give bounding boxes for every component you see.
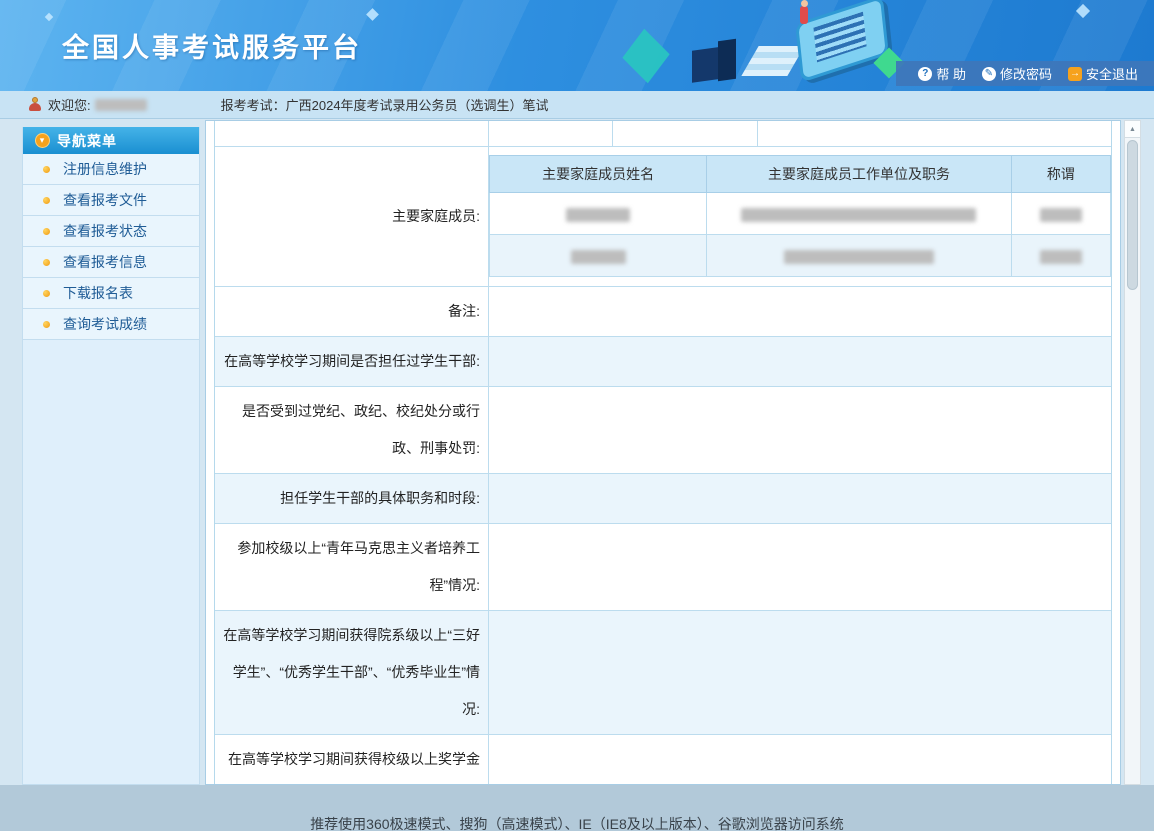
bullet-icon — [43, 197, 50, 204]
sidebar-item-label: 查看报考文件 — [63, 192, 147, 208]
form-row-discipline-punishment: 是否受到过党纪、政纪、校纪处分或行政、刑事处罚: — [215, 387, 1111, 474]
illustration-stairs-icon — [741, 46, 804, 76]
sidebar: ▾ 导航菜单 注册信息维护 查看报考文件 查看报考状态 查看报考信息 下载报名表… — [22, 127, 200, 785]
table-row — [490, 193, 1111, 235]
table-row — [490, 235, 1111, 277]
form-row-family-members: 主要家庭成员: 主要家庭成员姓名 主要家庭成员工作单位及职务 称谓 — [215, 147, 1111, 287]
form-row-marxist-program: 参加校级以上“青年马克思主义者培养工程”情况: — [215, 524, 1111, 611]
logout-icon: → — [1068, 67, 1082, 81]
scrollbar-thumb[interactable] — [1127, 140, 1138, 290]
family-col-workunit: 主要家庭成员工作单位及职务 — [707, 156, 1011, 193]
help-button[interactable]: ? 帮 助 — [918, 64, 966, 83]
site-title: 全国人事考试服务平台 — [62, 26, 362, 65]
row-label: 在高等学校学习期间获得院系级以上“三好学生”、“优秀学生干部”、“优秀毕业生”情… — [223, 617, 480, 728]
row-label: 在高等学校学习期间是否担任过学生干部: — [223, 343, 480, 380]
form-row-scholarship: 在高等学校学习期间获得校级以上奖学金情况: — [215, 735, 1111, 785]
bullet-icon — [43, 166, 50, 173]
row-value — [489, 387, 1111, 473]
sidebar-item-download-form[interactable]: 下载报名表 — [23, 278, 199, 309]
illustration-building-icon — [718, 39, 736, 82]
welcome-bar: 欢迎您: 报考考试：广西2024年度考试录用公务员（选调生）笔试 — [0, 91, 1154, 119]
decor-diamond-icon — [1076, 4, 1090, 18]
sidebar-nav-header: ▾ 导航菜单 — [23, 127, 199, 154]
sidebar-item-exam-results[interactable]: 查询考试成绩 — [23, 309, 199, 340]
row-label: 担任学生干部的具体职务和时段: — [223, 480, 480, 517]
change-password-label: 修改密码 — [1000, 64, 1052, 83]
redacted-name — [571, 250, 626, 264]
banner-illustration — [600, 0, 920, 91]
sidebar-item-label: 注册信息维护 — [63, 161, 147, 177]
family-members-table: 主要家庭成员姓名 主要家庭成员工作单位及职务 称谓 — [489, 155, 1111, 277]
footer: 推荐使用360极速模式、搜狗（高速模式）、IE（IE8及以上版本）、谷歌浏览器访… — [0, 785, 1154, 831]
logout-label: 安全退出 — [1086, 64, 1138, 83]
user-icon — [28, 97, 42, 112]
change-password-button[interactable]: ✎ 修改密码 — [982, 64, 1052, 83]
sidebar-item-label: 下载报名表 — [63, 285, 133, 301]
redacted-username — [95, 99, 147, 111]
row-value — [489, 735, 1111, 785]
form-row-cadre-position-period: 担任学生干部的具体职务和时段: — [215, 474, 1111, 524]
redacted-workunit — [784, 250, 934, 264]
redacted-relation — [1040, 208, 1082, 222]
top-banner: 全国人事考试服务平台 ? 帮 助 ✎ 修改密码 → — [0, 0, 1154, 91]
row-value — [489, 337, 1111, 386]
bullet-icon — [43, 259, 50, 266]
sidebar-item-label: 查看报考信息 — [63, 254, 147, 270]
form-row-honors: 在高等学校学习期间获得院系级以上“三好学生”、“优秀学生干部”、“优秀毕业生”情… — [215, 611, 1111, 735]
scroll-up-arrow-icon[interactable]: ▲ — [1125, 121, 1140, 138]
chevron-down-icon: ▾ — [35, 133, 50, 148]
row-value — [489, 287, 1111, 336]
logout-button[interactable]: → 安全退出 — [1068, 64, 1138, 83]
sidebar-item-label: 查看报考状态 — [63, 223, 147, 239]
row-label: 是否受到过党纪、政纪、校纪处分或行政、刑事处罚: — [223, 393, 480, 467]
sidebar-item-registration-info[interactable]: 注册信息维护 — [23, 154, 199, 185]
vertical-scrollbar[interactable]: ▲ — [1124, 120, 1141, 785]
sidebar-item-label: 查询考试成绩 — [63, 316, 147, 332]
row-value — [489, 474, 1111, 523]
help-label: 帮 助 — [936, 64, 966, 83]
form-row-remarks: 备注: — [215, 287, 1111, 337]
change-password-icon: ✎ — [982, 67, 996, 81]
help-icon: ? — [918, 67, 932, 81]
row-label: 备注: — [223, 293, 480, 330]
registration-form-table: 主要家庭成员: 主要家庭成员姓名 主要家庭成员工作单位及职务 称谓 — [214, 121, 1112, 785]
welcome-label: 欢迎您: — [48, 95, 91, 114]
browser-recommendation-text: 推荐使用360极速模式、搜狗（高速模式）、IE（IE8及以上版本）、谷歌浏览器访… — [0, 785, 1154, 831]
sidebar-item-exam-documents[interactable]: 查看报考文件 — [23, 185, 199, 216]
sidebar-title: 导航菜单 — [57, 131, 117, 151]
family-col-name: 主要家庭成员姓名 — [490, 156, 707, 193]
redacted-relation — [1040, 250, 1082, 264]
row-value — [489, 524, 1111, 610]
row-value — [489, 611, 1111, 734]
illustration-person-icon — [801, 0, 808, 7]
family-table-header-row: 主要家庭成员姓名 主要家庭成员工作单位及职务 称谓 — [490, 156, 1111, 193]
family-col-relation: 称谓 — [1011, 156, 1110, 193]
decor-diamond-icon — [45, 13, 53, 21]
sidebar-item-exam-info[interactable]: 查看报考信息 — [23, 247, 199, 278]
form-row-student-cadre: 在高等学校学习期间是否担任过学生干部: — [215, 337, 1111, 387]
clipped-row — [215, 121, 1111, 147]
sidebar-item-exam-status[interactable]: 查看报考状态 — [23, 216, 199, 247]
page: 全国人事考试服务平台 ? 帮 助 ✎ 修改密码 → — [0, 0, 1154, 831]
main-content: 主要家庭成员: 主要家庭成员姓名 主要家庭成员工作单位及职务 称谓 — [205, 120, 1121, 785]
illustration-person-icon — [800, 6, 808, 24]
bullet-icon — [43, 228, 50, 235]
row-label: 参加校级以上“青年马克思主义者培养工程”情况: — [223, 530, 480, 604]
exam-label: 报考考试：广西2024年度考试录用公务员（选调生）笔试 — [221, 95, 549, 114]
illustration-diamond-icon — [622, 29, 669, 83]
header-action-strip: ? 帮 助 ✎ 修改密码 → 安全退出 — [896, 61, 1154, 86]
row-label: 主要家庭成员: — [223, 198, 480, 235]
row-label: 在高等学校学习期间获得校级以上奖学金情况: — [223, 741, 480, 785]
decor-diamond-icon — [366, 8, 379, 21]
redacted-workunit — [741, 208, 976, 222]
bullet-icon — [43, 290, 50, 297]
redacted-name — [566, 208, 630, 222]
bullet-icon — [43, 321, 50, 328]
